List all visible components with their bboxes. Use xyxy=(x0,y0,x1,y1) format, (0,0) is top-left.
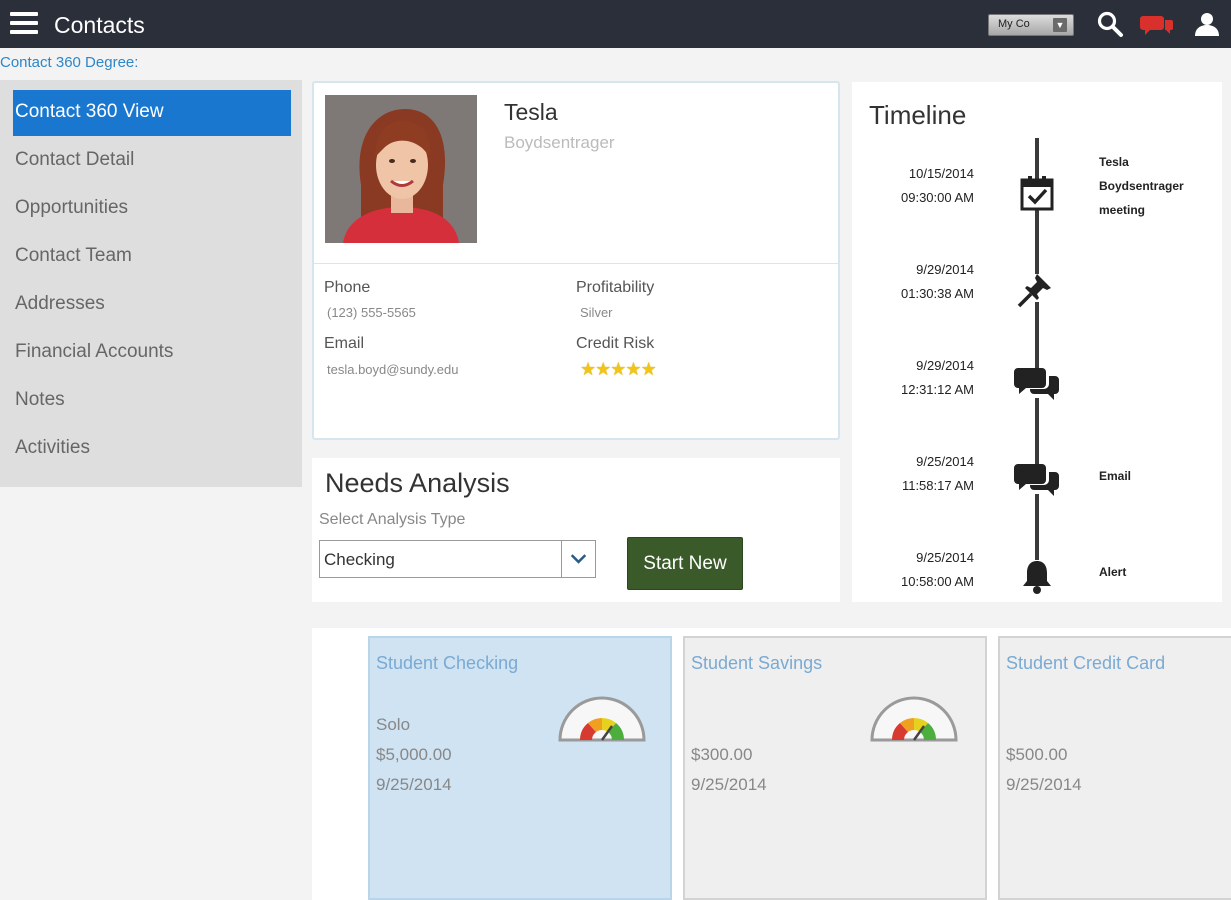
chevron-down-icon[interactable] xyxy=(561,541,595,577)
sidebar-item-financial-accounts[interactable]: Financial Accounts xyxy=(13,330,291,376)
event-date: 9/29/2014 xyxy=(916,358,974,373)
user-profile-icon[interactable] xyxy=(1193,10,1221,38)
sidebar-item-contact-team[interactable]: Contact Team xyxy=(13,234,291,280)
credit-risk-stars: ★★★★★ xyxy=(580,359,657,380)
event-time: 12:31:12 AM xyxy=(901,382,974,397)
chat-icon[interactable] xyxy=(1012,460,1062,500)
star-icon: ★ xyxy=(625,359,641,379)
event-time: 01:30:38 AM xyxy=(901,286,974,301)
calendar-check-icon[interactable] xyxy=(1017,174,1057,214)
bell-icon[interactable] xyxy=(1017,556,1057,596)
product-card-line: $500.00 xyxy=(1006,745,1068,764)
event-text-line: Boydsentrager xyxy=(1099,179,1184,193)
event-time: 11:58:17 AM xyxy=(901,478,974,493)
timeline-event-date: 9/25/2014 10:58:00 AM xyxy=(872,546,974,594)
product-card-title: Student Savings xyxy=(691,653,823,673)
timeline-event-date: 9/29/2014 12:31:12 AM xyxy=(872,354,974,402)
contact-name: Tesla xyxy=(504,99,558,125)
product-card-line: $5,000.00 xyxy=(376,745,452,764)
gauge-icon xyxy=(870,696,958,742)
sidebar-item-contact-detail[interactable]: Contact Detail xyxy=(13,138,291,184)
product-card-line: 9/25/2014 xyxy=(376,775,452,794)
product-cards-strip: Student Checking Solo $5,000.00 9/25/201… xyxy=(312,628,1231,900)
sidebar-item-notes[interactable]: Notes xyxy=(13,378,291,424)
sidebar-item-activities[interactable]: Activities xyxy=(13,426,291,472)
chevron-down-icon: ▼ xyxy=(1053,18,1067,32)
event-date: 9/25/2014 xyxy=(916,454,974,469)
needs-analysis-title: Needs Analysis xyxy=(325,468,510,498)
company-selector-button[interactable]: My Co ▼ xyxy=(988,14,1074,36)
product-card-student-savings[interactable]: Student Savings $300.00 9/25/2014 xyxy=(683,636,987,900)
product-card-line: 9/25/2014 xyxy=(691,775,767,794)
product-card-title: Student Checking xyxy=(376,653,519,673)
needs-analysis-panel: Needs Analysis Select Analysis Type Chec… xyxy=(312,458,840,602)
analysis-type-value: Checking xyxy=(324,550,395,569)
analysis-type-label: Select Analysis Type xyxy=(319,511,466,528)
email-label: Email xyxy=(324,335,365,352)
event-text-line: Tesla xyxy=(1099,155,1129,169)
company-selector-label: My Co xyxy=(998,18,1030,30)
timeline-event-date: 9/29/2014 01:30:38 AM xyxy=(872,258,974,306)
pushpin-icon[interactable] xyxy=(1017,268,1057,308)
product-card-line: $300.00 xyxy=(691,745,753,764)
start-new-button[interactable]: Start New xyxy=(627,537,743,590)
contact-photo xyxy=(325,95,477,243)
top-bar: Contacts My Co ▼ xyxy=(0,0,1231,48)
app-title: Contacts xyxy=(54,12,145,38)
profitability-value: Silver xyxy=(580,305,613,320)
product-card-student-checking[interactable]: Student Checking Solo $5,000.00 9/25/201… xyxy=(368,636,672,900)
phone-value[interactable]: (123) 555-5565 xyxy=(327,305,416,320)
event-date: 9/29/2014 xyxy=(916,262,974,277)
event-time: 10:58:00 AM xyxy=(901,574,974,589)
profitability-label: Profitability xyxy=(576,279,655,296)
search-icon[interactable] xyxy=(1096,10,1124,38)
breadcrumb[interactable]: Contact 360 Degree: xyxy=(0,54,138,71)
timeline-event-text: Tesla Boydsentrager meeting xyxy=(1099,150,1184,222)
event-text-line: meeting xyxy=(1099,203,1146,217)
star-icon: ★ xyxy=(580,359,596,379)
star-icon: ★ xyxy=(610,359,626,379)
sidebar-item-addresses[interactable]: Addresses xyxy=(13,282,291,328)
gauge-icon xyxy=(558,696,646,742)
chat-icon[interactable] xyxy=(1012,364,1062,404)
credit-risk-label: Credit Risk xyxy=(576,335,655,352)
timeline-panel: Timeline 10/15/2014 09:30:00 AM Tesla Bo… xyxy=(852,82,1222,602)
product-card-line: Solo xyxy=(376,715,411,734)
analysis-type-select[interactable]: Checking xyxy=(319,540,596,578)
contact-profile-card: Tesla Boydsentrager Phone (123) 555-5565… xyxy=(312,81,840,440)
timeline-event-text: Alert xyxy=(1099,565,1127,579)
timeline-event-text: Email xyxy=(1099,469,1132,483)
product-card-student-credit-card[interactable]: Student Credit Card $500.00 9/25/2014 xyxy=(998,636,1231,900)
event-date: 10/15/2014 xyxy=(908,166,974,181)
timeline-event-date: 9/25/2014 11:58:17 AM xyxy=(872,450,974,498)
timeline-event-date: 10/15/2014 09:30:00 AM xyxy=(872,162,974,210)
product-card-line: 9/25/2014 xyxy=(1006,775,1082,794)
product-card-title: Student Credit Card xyxy=(1006,653,1166,673)
divider xyxy=(314,263,838,264)
hamburger-menu-icon[interactable] xyxy=(10,12,38,34)
event-date: 9/25/2014 xyxy=(916,550,974,565)
sidebar-item-contact-360-view[interactable]: Contact 360 View xyxy=(13,90,291,136)
star-icon: ★ xyxy=(595,359,611,379)
alert-messages-icon[interactable] xyxy=(1140,10,1176,38)
star-icon: ★ xyxy=(640,359,657,379)
phone-label: Phone xyxy=(324,279,371,296)
event-time: 09:30:00 AM xyxy=(901,190,974,205)
sidebar-item-opportunities[interactable]: Opportunities xyxy=(13,186,291,232)
sidebar: Contact 360 View Contact Detail Opportun… xyxy=(0,80,302,487)
email-value[interactable]: tesla.boyd@sundy.edu xyxy=(327,362,459,377)
contact-subtitle: Boydsentrager xyxy=(504,133,615,152)
timeline-title: Timeline xyxy=(869,100,967,130)
